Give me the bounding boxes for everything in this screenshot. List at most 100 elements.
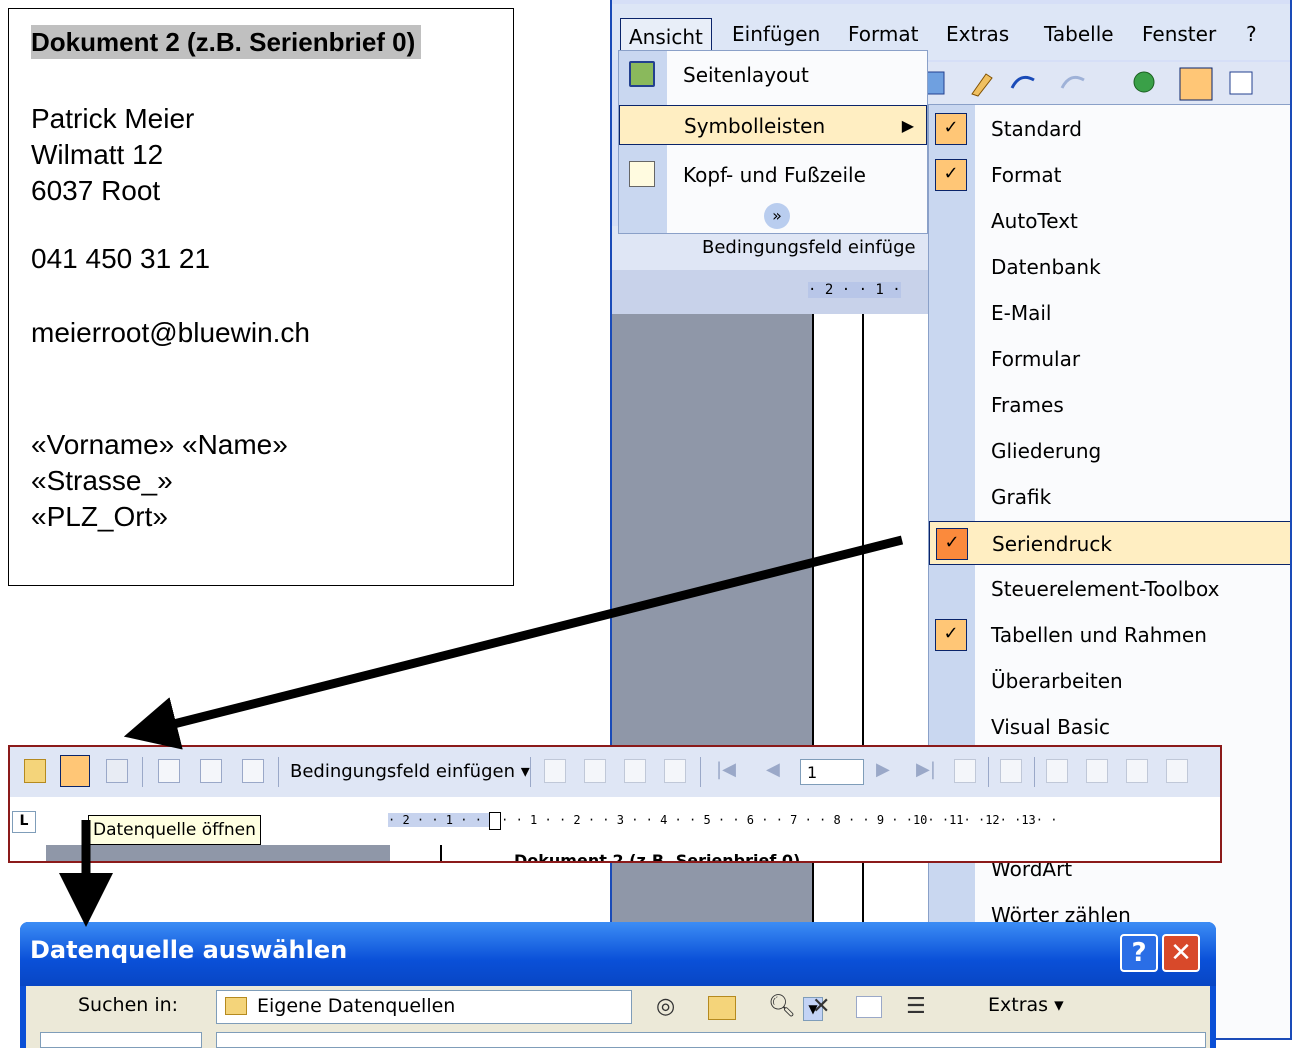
insert-greeting-icon[interactable] xyxy=(200,759,222,783)
submenu-item-label: Format xyxy=(991,163,1062,187)
submenu-item-label: Überarbeiten xyxy=(991,669,1123,693)
submenu-item-visual-basic[interactable]: Visual Basic xyxy=(929,705,1290,749)
expand-menu-chevron-icon[interactable]: » xyxy=(764,203,790,229)
submenu-item-grafik[interactable]: Grafik xyxy=(929,475,1290,519)
select-data-source-dialog: Datenquelle auswählen ? ✕ Suchen in: Eig… xyxy=(20,922,1216,1048)
horizontal-ruler[interactable]: · 2 · · 1 · · · · 1 · · 2 · · 3 · · 4 · … xyxy=(388,809,1220,831)
dialog-body: Suchen in: Eigene Datenquellen ▼ ◎ 🔍︎ ✕ … xyxy=(26,986,1210,1048)
extras-dropdown[interactable]: Extras ▾ xyxy=(988,994,1064,1016)
menu-item-symbolleisten[interactable]: Symbolleisten ▶ xyxy=(619,105,927,145)
indent-marker-icon[interactable] xyxy=(489,811,502,830)
merge-to-printer-icon[interactable] xyxy=(1086,759,1108,783)
submenu-item-label: Grafik xyxy=(991,485,1052,509)
up-folder-icon[interactable] xyxy=(708,996,736,1020)
submenu-item-steuerelement-toolbox[interactable]: Steuerelement-Toolbox xyxy=(929,567,1290,611)
menu-tabelle[interactable]: Tabelle xyxy=(1036,16,1122,52)
recipients-icon[interactable] xyxy=(106,759,128,783)
menu-ansicht[interactable]: Ansicht xyxy=(620,18,712,54)
tab-stop-selector[interactable]: L xyxy=(12,811,36,833)
menu-item-label: Kopf- und Fußzeile xyxy=(683,163,866,187)
menu-extras[interactable]: Extras xyxy=(938,16,1017,52)
last-record-icon[interactable]: ▶| xyxy=(916,759,936,780)
menu-item-label: Symbolleisten xyxy=(684,114,826,138)
submenu-item-format[interactable]: ✓ Format xyxy=(929,153,1290,197)
merge-to-fax-icon[interactable] xyxy=(1166,759,1188,783)
insert-merge-fields-icon[interactable] xyxy=(242,759,264,783)
toolbar-separator xyxy=(1034,757,1035,787)
highlight-fields-icon[interactable] xyxy=(584,759,606,783)
toolbar-separator xyxy=(530,757,531,787)
document-preview-card: Dokument 2 (z.B. Serienbrief 0) Patrick … xyxy=(8,8,514,586)
menu-format[interactable]: Format xyxy=(840,16,926,52)
checkmark-icon: ✓ xyxy=(935,159,967,191)
symbolleisten-submenu: ✓ Standard ✓ Format AutoText Datenbank E… xyxy=(928,104,1290,1038)
menu-fenster[interactable]: Fenster xyxy=(1134,16,1224,52)
main-document-setup-icon[interactable] xyxy=(24,759,46,783)
first-record-icon[interactable]: |◀ xyxy=(716,759,736,780)
search-in-label: Suchen in: xyxy=(78,994,179,1016)
submenu-item-label: Tabellen und Rahmen xyxy=(991,623,1207,647)
submenu-item-gliederung[interactable]: Gliederung xyxy=(929,429,1290,473)
menu-item-seitenlayout[interactable]: Seitenlayout xyxy=(619,55,927,95)
submenu-item-autotext[interactable]: AutoText xyxy=(929,199,1290,243)
dialog-title: Datenquelle auswählen xyxy=(30,936,348,964)
toolbar-separator xyxy=(700,757,701,787)
merge-to-document-icon[interactable] xyxy=(1046,759,1068,783)
document-preview-text: Dokument 2 (z.B. Serienbrief 0) xyxy=(514,851,801,863)
tooltip-open-data-source: Datenquelle öffnen xyxy=(88,815,261,845)
toolbar-separator xyxy=(142,757,143,787)
next-record-icon[interactable]: ▶ xyxy=(876,759,890,780)
submenu-item-frames[interactable]: Frames xyxy=(929,383,1290,427)
submenu-item-formular[interactable]: Formular xyxy=(929,337,1290,381)
submenu-item-seriendruck[interactable]: ✓ Seriendruck xyxy=(929,521,1290,565)
standard-toolbar xyxy=(912,62,1290,106)
insert-address-block-icon[interactable] xyxy=(158,759,180,783)
propagate-labels-icon[interactable] xyxy=(664,759,686,783)
checkmark-icon: ✓ xyxy=(936,528,968,560)
toolbar-icons xyxy=(921,67,1253,101)
page-layout-icon xyxy=(629,61,655,87)
recipient-phone: 041 450 31 21 xyxy=(31,243,211,274)
file-list[interactable] xyxy=(216,1032,1206,1048)
submenu-item-email[interactable]: E-Mail xyxy=(929,291,1290,335)
menu-einfuegen[interactable]: Einfügen xyxy=(724,16,828,52)
merge-to-email-icon[interactable] xyxy=(1126,759,1148,783)
merge-field-city-line: «PLZ_Ort» xyxy=(31,501,168,532)
submenu-item-standard[interactable]: ✓ Standard xyxy=(929,107,1290,151)
merge-field-name-line: «Vorname» «Name» xyxy=(31,429,288,460)
submenu-item-tabellen-rahmen[interactable]: ✓ Tabellen und Rahmen xyxy=(929,613,1290,657)
places-bar xyxy=(40,1032,202,1048)
search-in-combobox[interactable]: Eigene Datenquellen ▼ xyxy=(216,990,823,1024)
delete-icon[interactable]: ✕ xyxy=(812,994,830,1020)
ansicht-menu: Seitenlayout Symbolleisten ▶ Kopf- und F… xyxy=(618,50,928,234)
search-web-icon[interactable]: 🔍︎ xyxy=(768,994,796,1020)
checkmark-icon: ✓ xyxy=(935,113,967,145)
submenu-item-label: Formular xyxy=(991,347,1081,371)
submenu-item-label: Visual Basic xyxy=(991,715,1111,739)
mailmerge-toolbar-strip: Bedingungsfeld einfügen ▾ |◀ ◀ 1 ▶ ▶| L … xyxy=(8,745,1222,863)
insert-condition-field-dropdown[interactable]: Bedingungsfeld einfügen ▾ xyxy=(290,747,530,797)
recipient-street: Wilmatt 12 xyxy=(31,139,164,170)
back-icon[interactable]: ◎ xyxy=(656,994,675,1020)
mailmerge-toolbar: Bedingungsfeld einfügen ▾ |◀ ◀ 1 ▶ ▶| xyxy=(10,747,1220,798)
recipient-city: 6037 Root xyxy=(31,175,161,206)
ruler-left-part: · 2 · · 1 · · xyxy=(388,813,490,827)
help-button[interactable]: ? xyxy=(1120,934,1158,972)
folder-icon xyxy=(225,997,247,1015)
match-fields-icon[interactable] xyxy=(624,759,646,783)
menu-help[interactable]: ? xyxy=(1238,16,1265,52)
record-number-input[interactable]: 1 xyxy=(800,759,864,785)
view-merged-data-icon[interactable] xyxy=(544,759,566,783)
new-folder-icon[interactable] xyxy=(856,996,882,1018)
open-data-source-icon[interactable] xyxy=(60,755,90,787)
submenu-item-datenbank[interactable]: Datenbank xyxy=(929,245,1290,289)
close-button[interactable]: ✕ xyxy=(1162,934,1200,972)
submenu-item-ueberarbeiten[interactable]: Überarbeiten xyxy=(929,659,1290,703)
check-errors-icon[interactable] xyxy=(1000,759,1022,783)
menu-item-kopf-fusszeile[interactable]: Kopf- und Fußzeile xyxy=(619,155,927,195)
find-entry-icon[interactable] xyxy=(954,759,976,783)
views-icon[interactable]: ☰ xyxy=(906,994,926,1020)
search-in-value: Eigene Datenquellen xyxy=(257,995,456,1017)
checkmark-icon: ✓ xyxy=(935,619,967,651)
previous-record-icon[interactable]: ◀ xyxy=(766,759,780,780)
